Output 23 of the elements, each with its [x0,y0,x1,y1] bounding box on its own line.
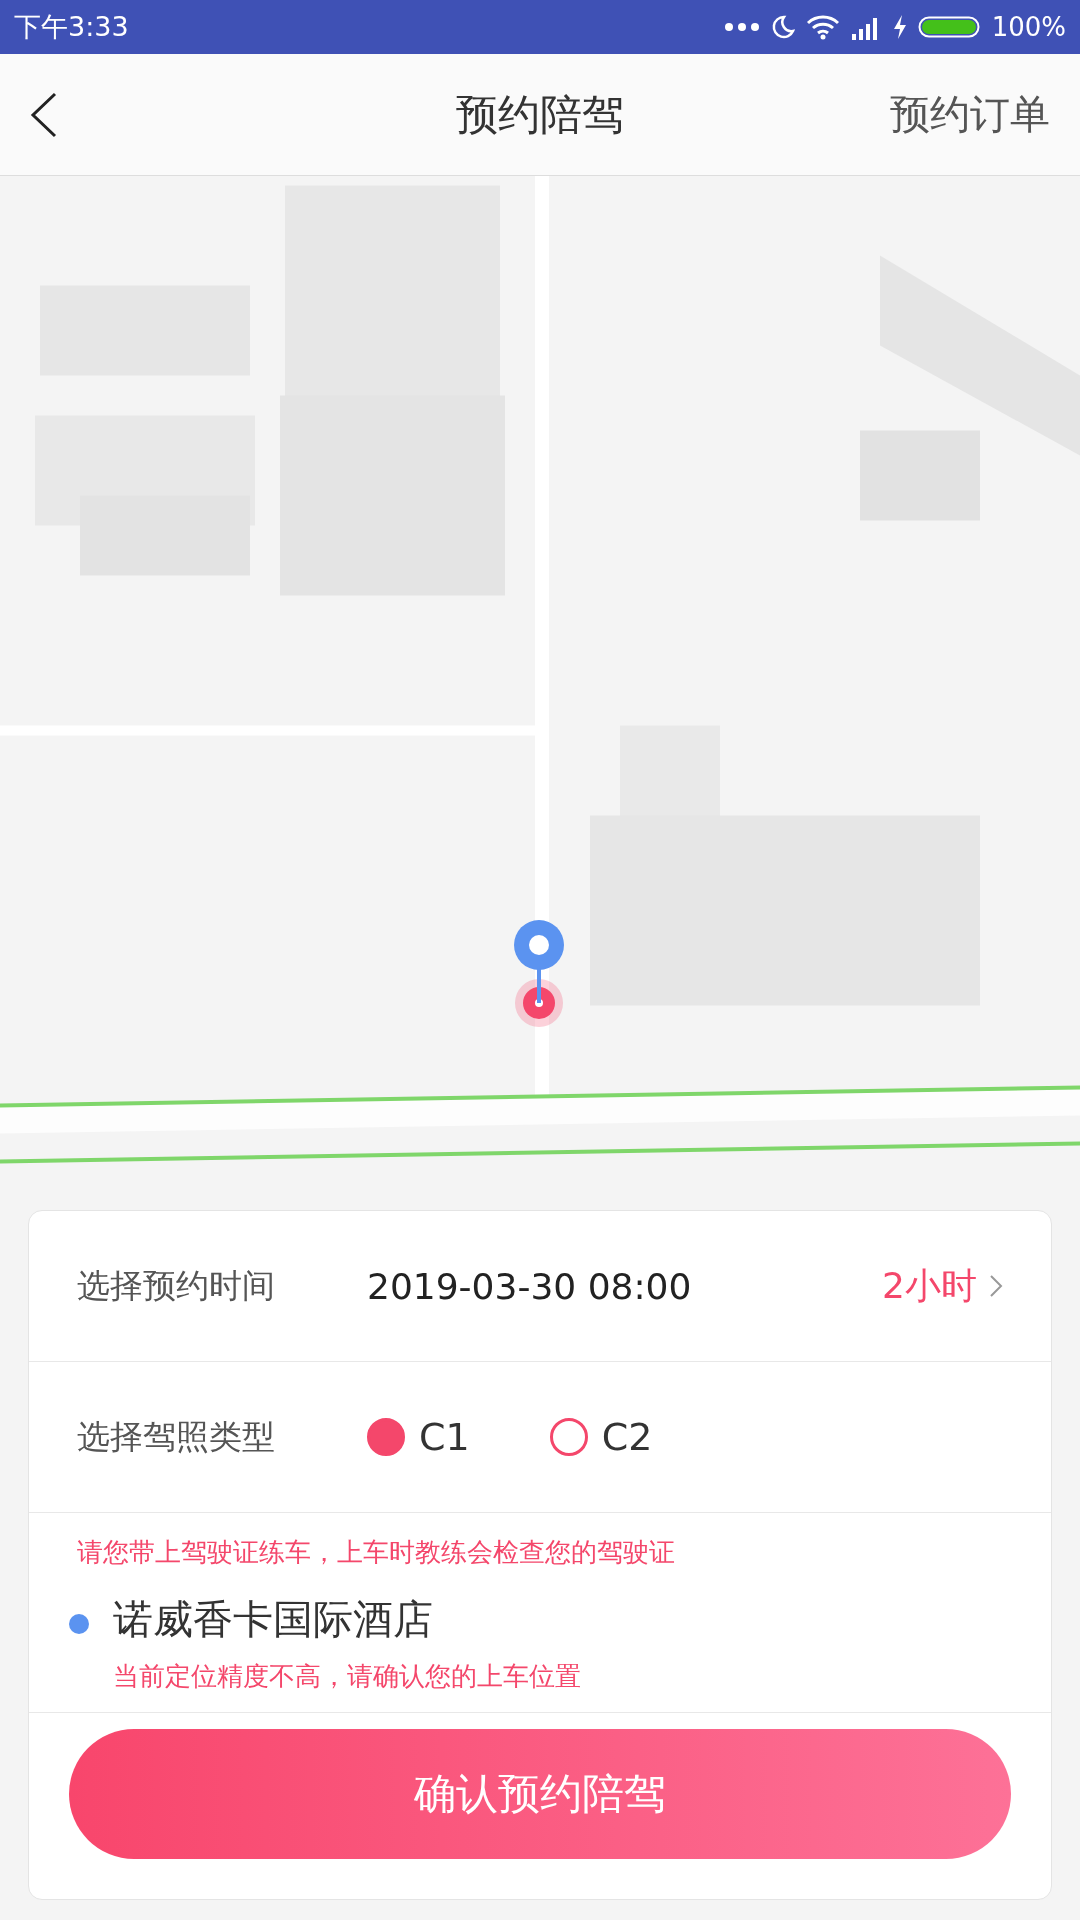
status-time: 下午3:33 [14,10,129,44]
wifi-icon [805,14,840,40]
license-label: 选择驾照类型 [77,1415,276,1458]
radio-button[interactable] [549,1418,588,1456]
radio-button[interactable] [367,1418,405,1456]
more-icon [723,22,760,32]
license-option: C2 [601,1415,653,1459]
back-icon[interactable] [30,91,58,138]
orders-link[interactable]: 预约订单 [890,87,1050,142]
pickup-location[interactable]: 诺威香卡国际酒店 [113,1592,581,1647]
duration-value: 2小时 [882,1263,977,1308]
location-hint: 当前定位精度不高，请确认您的上车位置 [113,1660,581,1693]
license-option: C1 [419,1415,470,1459]
charging-icon [891,14,908,40]
location-dot-icon [69,1614,89,1634]
page-title: 预约陪驾 [456,88,624,141]
battery-icon [917,14,982,40]
time-value: 2019-03-30 08:00 [367,1265,693,1307]
notice-text: 请您带上驾驶证练车，上车时教练会检查您的驾驶证 [76,1536,676,1569]
chevron-right-icon [989,1274,1003,1298]
battery-level: 100% [991,12,1066,42]
time-row[interactable]: 选择预约时间 2019-03-30 08:00 2小时 [29,1211,1051,1362]
time-label: 选择预约时间 [77,1264,276,1307]
